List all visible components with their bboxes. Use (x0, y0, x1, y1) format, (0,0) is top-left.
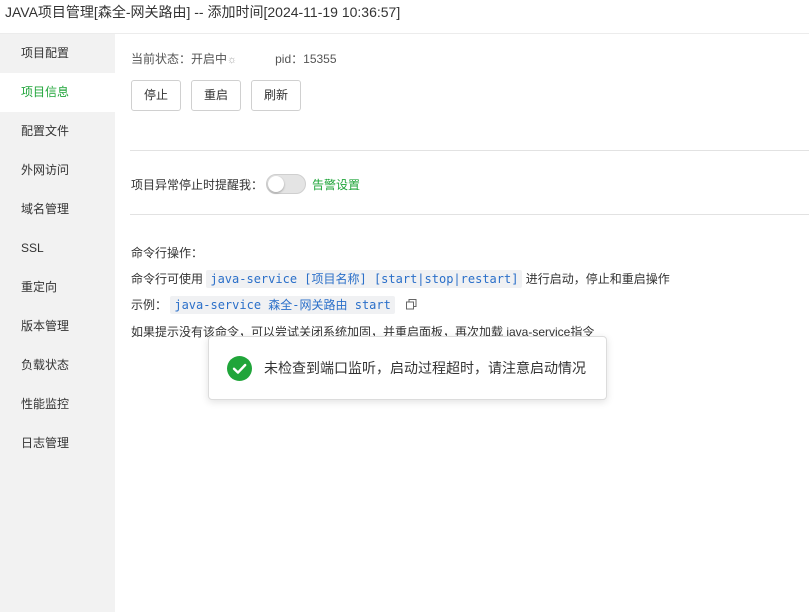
sidebar-item-project-info[interactable]: 项目信息 (0, 73, 115, 112)
sidebar-item-redirect[interactable]: 重定向 (0, 268, 115, 307)
loading-spinner-icon: ☼ (227, 54, 238, 66)
toggle-knob (268, 176, 285, 192)
action-buttons: 停止 重启 刷新 (131, 80, 302, 111)
alert-label: 项目异常停止时提醒我： (131, 177, 264, 192)
success-check-icon (227, 355, 252, 381)
divider (130, 214, 809, 215)
status-label: 当前状态： (131, 52, 192, 66)
window-title: JAVA项目管理[森全-网关路由] -- 添加时间[2024-11-19 10:… (0, 0, 809, 34)
pid-value: 15355 (303, 52, 337, 66)
sidebar-item-config-file[interactable]: 配置文件 (0, 112, 115, 151)
alert-row: 项目异常停止时提醒我： 告警设置 (131, 174, 360, 194)
divider (130, 150, 809, 151)
sidebar-item-ssl[interactable]: SSL (0, 229, 115, 268)
sidebar-item-log-management[interactable]: 日志管理 (0, 424, 115, 463)
toast-notification: 未检查到端口监听，启动过程超时，请注意启动情况 (208, 336, 607, 400)
refresh-button[interactable]: 刷新 (251, 80, 302, 111)
example-label: 示例： (131, 298, 168, 312)
pid-label: pid： (275, 52, 304, 66)
sidebar-item-project-config[interactable]: 项目配置 (0, 34, 115, 73)
example-code: java-service 森全-网关路由 start (170, 296, 395, 314)
usage-suffix: 进行启动，停止和重启操作 (525, 272, 670, 286)
restart-button[interactable]: 重启 (191, 80, 242, 111)
command-usage: 命令行可使用 java-service [项目名称] [start|stop|r… (131, 270, 670, 288)
stop-button[interactable]: 停止 (131, 80, 182, 111)
sidebar-item-external-access[interactable]: 外网访问 (0, 151, 115, 190)
usage-code: java-service [项目名称] [start|stop|restart] (206, 270, 523, 288)
status-value: 开启中 (191, 52, 228, 66)
alert-toggle[interactable] (266, 174, 307, 194)
command-example: 示例： java-service 森全-网关路由 start (131, 296, 670, 314)
sidebar-item-performance-monitor[interactable]: 性能监控 (0, 385, 115, 424)
copy-icon[interactable] (406, 298, 417, 314)
sidebar-item-version-management[interactable]: 版本管理 (0, 307, 115, 346)
sidebar-item-domain-management[interactable]: 域名管理 (0, 190, 115, 229)
alert-settings-link[interactable]: 告警设置 (312, 176, 360, 193)
command-section: 命令行操作： 命令行可使用 java-service [项目名称] [start… (131, 245, 670, 350)
status-row: 当前状态：开启中☼ pid：15355 (131, 51, 337, 68)
toast-message: 未检查到端口监听，启动过程超时，请注意启动情况 (264, 360, 586, 376)
sidebar: 项目配置 项目信息 配置文件 外网访问 域名管理 SSL 重定向 版本管理 负载… (0, 34, 115, 612)
usage-prefix: 命令行可使用 (131, 272, 204, 286)
main-panel: 当前状态：开启中☼ pid：15355 停止 重启 刷新 项目异常停止时提醒我： … (115, 34, 809, 612)
sidebar-item-load-status[interactable]: 负载状态 (0, 346, 115, 385)
command-heading: 命令行操作： (131, 246, 204, 260)
